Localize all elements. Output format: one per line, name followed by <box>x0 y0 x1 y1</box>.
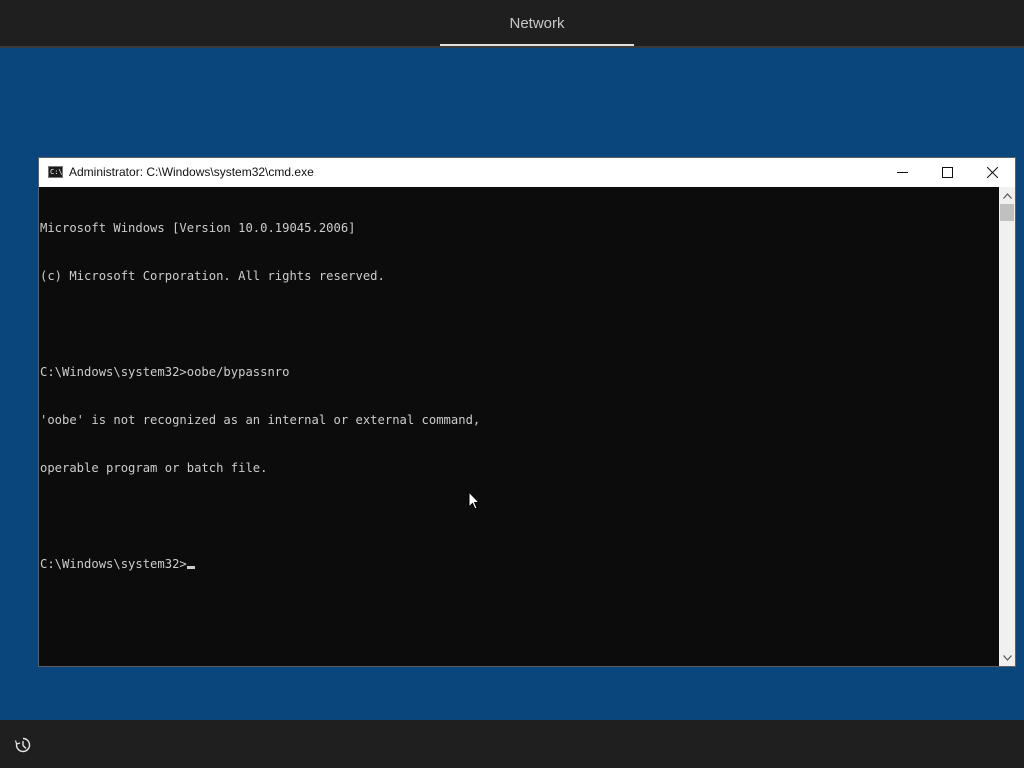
maximize-icon <box>941 167 953 178</box>
scroll-up-button[interactable] <box>999 187 1015 204</box>
console-line: operable program or batch file. <box>40 461 268 475</box>
close-icon <box>986 167 998 178</box>
console-output[interactable]: Microsoft Windows [Version 10.0.19045.20… <box>39 187 999 666</box>
console-line: C:\Windows\system32>oobe/bypassnro <box>40 365 290 379</box>
cmd-window[interactable]: C:\ Administrator: C:\Windows\system32\c… <box>38 157 1016 667</box>
oobe-bottom-bar <box>0 720 1024 768</box>
mouse-pointer-icon <box>468 491 480 510</box>
prompt-line[interactable]: C:\Windows\system32> <box>40 556 999 572</box>
cmd-app-icon[interactable]: C:\ <box>48 166 63 178</box>
command-prompt: C:\Windows\system32> <box>40 557 187 571</box>
minimize-button[interactable] <box>879 158 925 187</box>
minimize-icon <box>896 172 908 173</box>
scroll-down-button[interactable] <box>999 649 1015 666</box>
text-cursor <box>186 566 195 569</box>
chevron-up-icon <box>1002 192 1012 199</box>
console-line: (c) Microsoft Corporation. All rights re… <box>40 269 385 283</box>
tab-network-label: Network <box>509 14 565 32</box>
accessibility-button[interactable] <box>10 732 36 758</box>
tab-network[interactable]: Network <box>440 0 634 46</box>
cmd-app-icon-text: C:\ <box>50 168 63 176</box>
close-button[interactable] <box>969 158 1015 187</box>
chevron-down-icon <box>1002 654 1012 661</box>
console-line: Microsoft Windows [Version 10.0.19045.20… <box>40 221 356 235</box>
maximize-button[interactable] <box>924 158 970 187</box>
window-title: Administrator: C:\Windows\system32\cmd.e… <box>69 165 314 179</box>
ease-of-access-icon <box>14 737 31 753</box>
console-line: 'oobe' is not recognized as an internal … <box>40 413 481 427</box>
cmd-titlebar[interactable]: C:\ Administrator: C:\Windows\system32\c… <box>39 158 1015 187</box>
vertical-scrollbar[interactable] <box>999 187 1015 666</box>
oobe-top-bar: Network <box>0 0 1024 48</box>
scrollbar-thumb[interactable] <box>1000 204 1014 221</box>
tab-active-indicator <box>440 44 634 46</box>
